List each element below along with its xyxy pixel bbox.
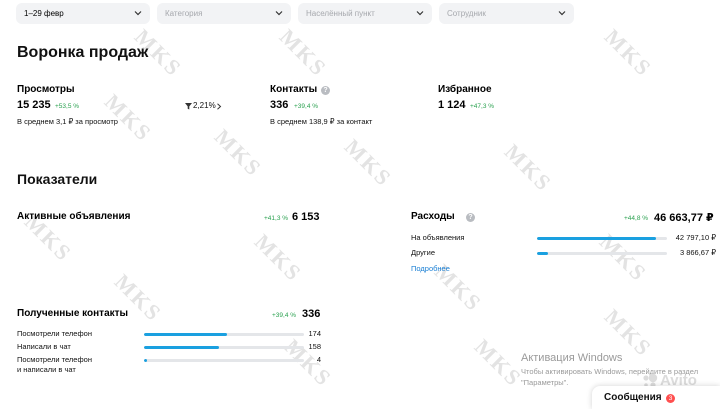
expense-row-bar-fill bbox=[537, 237, 657, 240]
chevron-right-icon bbox=[217, 103, 222, 110]
expense-row-value: 42 797,10 ₽ bbox=[675, 233, 716, 242]
favorites-value: 1 124 bbox=[438, 99, 466, 111]
watermark-mark: MKS bbox=[339, 133, 398, 192]
received-contacts-value: 336 bbox=[302, 308, 321, 320]
conversion-value: 2,21% bbox=[193, 101, 216, 110]
expenses-label: Расходы bbox=[411, 211, 455, 222]
expense-row-label: На объявления bbox=[411, 233, 465, 242]
employee-filter[interactable]: Сотрудник bbox=[439, 3, 574, 24]
favorites-delta: +47,3 % bbox=[470, 103, 495, 110]
views-label: Просмотры bbox=[17, 84, 75, 95]
expense-row-value: 3 866,67 ₽ bbox=[679, 248, 716, 257]
received-contacts-label: Полученные контакты bbox=[17, 308, 129, 319]
contacts-value: 336 bbox=[270, 99, 289, 111]
expense-row-bar bbox=[537, 237, 667, 240]
favorites-label: Избранное bbox=[438, 84, 492, 95]
category-filter-placeholder: Категория bbox=[165, 9, 203, 18]
active-ads-label: Активные объявления bbox=[17, 211, 131, 222]
help-icon[interactable]: ? bbox=[466, 213, 475, 222]
contact-row-bar bbox=[144, 359, 304, 362]
messages-button[interactable]: Сообщения 3 bbox=[592, 386, 720, 409]
watermark-mark: MKS bbox=[469, 333, 528, 392]
city-filter-placeholder: Населённый пункт bbox=[306, 9, 375, 18]
period-filter-value: 1–29 февр bbox=[24, 9, 64, 18]
watermark-mark: MKS bbox=[599, 23, 658, 82]
messages-label: Сообщения bbox=[604, 392, 662, 403]
contact-row-value: 158 bbox=[308, 342, 321, 351]
views-average: В среднем 3,1 ₽ за просмотр bbox=[17, 117, 118, 126]
views-delta: +53,5 % bbox=[55, 103, 80, 110]
expenses-delta: +44,8 % bbox=[624, 215, 649, 222]
messages-count-badge: 3 bbox=[666, 394, 675, 403]
period-filter[interactable]: 1–29 февр bbox=[16, 3, 150, 24]
employee-filter-placeholder: Сотрудник bbox=[447, 9, 486, 18]
chevron-down-icon bbox=[416, 11, 424, 16]
contact-row-value: 4 bbox=[316, 355, 321, 364]
expenses-details-link[interactable]: Подробнее bbox=[411, 264, 450, 273]
contacts-average: В среднем 138,9 ₽ за контакт bbox=[270, 117, 373, 126]
contact-row-bar bbox=[144, 333, 304, 336]
contact-row-value: 174 bbox=[308, 329, 321, 338]
chevron-down-icon bbox=[134, 11, 142, 16]
expense-row-bar-fill bbox=[537, 252, 548, 255]
windows-activation-title: Активация Windows bbox=[521, 352, 623, 364]
expense-row-bar bbox=[537, 252, 667, 255]
active-ads-delta: +41,3 % bbox=[264, 215, 289, 222]
city-filter[interactable]: Населённый пункт bbox=[298, 3, 432, 24]
watermark-mark: MKS bbox=[249, 228, 308, 287]
funnel-icon bbox=[185, 103, 192, 110]
chevron-down-icon bbox=[558, 11, 566, 16]
contacts-delta: +39,4 % bbox=[294, 103, 319, 110]
indicators-title: Показатели bbox=[17, 171, 98, 187]
chevron-down-icon bbox=[275, 11, 283, 16]
contact-row-label: Посмотрели телефон и написали в чат bbox=[17, 355, 92, 374]
contact-row-label: Написали в чат bbox=[17, 342, 71, 351]
views-value: 15 235 bbox=[17, 99, 51, 111]
contact-row-bar-fill bbox=[144, 359, 148, 362]
contact-row-bar bbox=[144, 346, 304, 349]
expense-row-label: Другие bbox=[411, 248, 436, 257]
expenses-value: 46 663,77 ₽ bbox=[654, 212, 714, 224]
watermark-mark: MKS bbox=[499, 138, 558, 197]
contact-row-bar-fill bbox=[144, 333, 227, 336]
watermark-mark: MKS bbox=[209, 123, 268, 182]
category-filter[interactable]: Категория bbox=[157, 3, 291, 24]
received-contacts-delta: +39,4 % bbox=[272, 312, 297, 319]
watermark-mark: MKS bbox=[274, 23, 333, 82]
active-ads-value: 6 153 bbox=[292, 211, 320, 223]
help-icon[interactable]: ? bbox=[321, 86, 330, 95]
contact-row-bar-fill bbox=[144, 346, 220, 349]
windows-activation-line2: "Параметры". bbox=[521, 378, 569, 387]
contacts-label: Контакты bbox=[270, 84, 318, 95]
contact-row-label: Посмотрели телефон bbox=[17, 329, 92, 338]
funnel-title: Воронка продаж bbox=[17, 44, 149, 61]
